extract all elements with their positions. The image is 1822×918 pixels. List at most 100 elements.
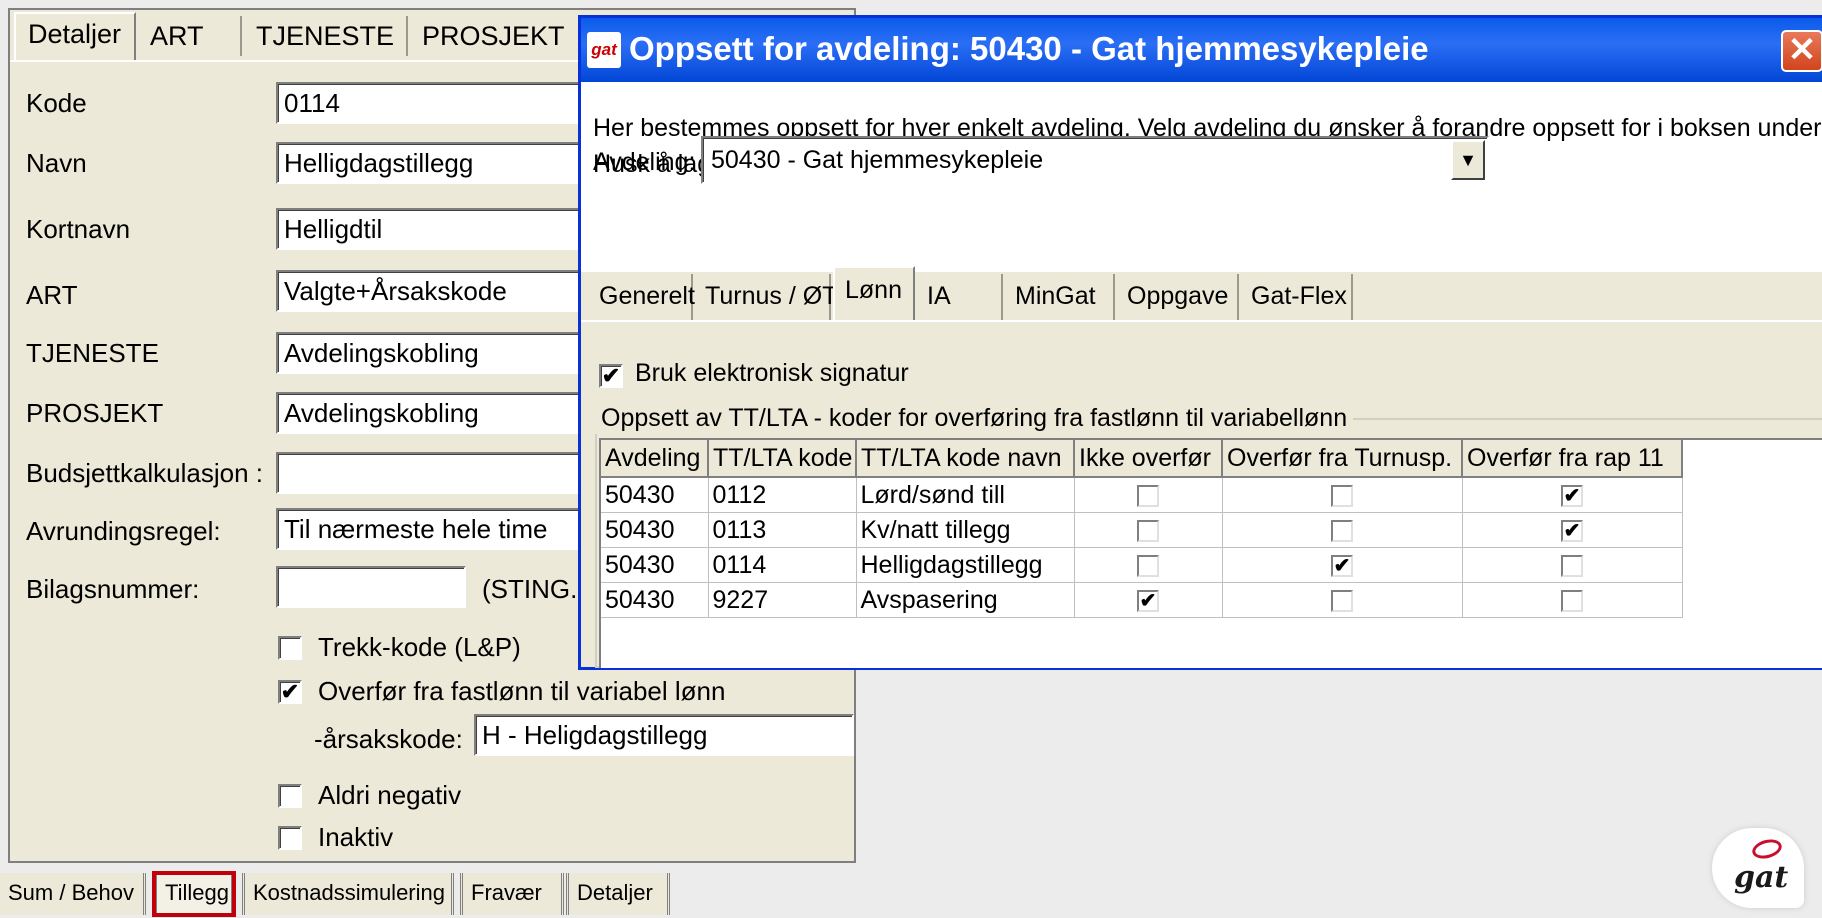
gat-logo-mark [1750, 836, 1784, 862]
cell-overfor-rap11-cell [1462, 547, 1683, 583]
tab-detaljer[interactable]: Detaljer [14, 12, 136, 60]
col-kode-navn-header[interactable]: TT/LTA kode navn [856, 440, 1075, 478]
dialog-tab-divider [581, 320, 1822, 322]
overfor-fastlonn-label: Overfør fra fastlønn til variabel lønn [318, 676, 726, 706]
cell-kode: 9227 [708, 582, 857, 618]
dialog-titlebar[interactable]: gat Oppsett for avdeling: 50430 - Gat hj… [581, 18, 1822, 82]
tab-art[interactable]: ART [138, 16, 242, 56]
elektronisk-signatur-checkbox[interactable]: ✔ [599, 364, 623, 388]
avrundingsregel-label: Avrundingsregel: [26, 516, 221, 546]
tt-lta-grid[interactable]: Avdeling TT/LTA kode TT/LTA kode navn Ik… [599, 438, 1822, 668]
cell-overfor-turnusp-cell: ✔ [1222, 547, 1463, 583]
dialog-title: Oppsett for avdeling: 50430 - Gat hjemme… [629, 30, 1429, 67]
cell-kode: 0114 [708, 547, 857, 583]
cell-ikke-overfor-checkbox[interactable]: ✔ [1137, 589, 1159, 612]
col-overfor-turnusp-header[interactable]: Overfør fra Turnusp. [1222, 440, 1463, 478]
tab-ia[interactable]: IA [917, 274, 1003, 320]
check-icon: ✔ [1563, 519, 1581, 542]
gat-logo-text: gat [1734, 860, 1789, 895]
cell-avdeling: 50430 [601, 582, 709, 618]
cell-overfor-rap11-checkbox[interactable]: ✔ [1561, 484, 1583, 507]
cell-kode: 0113 [708, 512, 857, 548]
cell-ikke-overfor-checkbox[interactable] [1137, 484, 1159, 507]
check-icon: ✔ [1563, 484, 1581, 507]
prosjekt-label: PROSJEKT [26, 398, 164, 428]
col-avdeling-header[interactable]: Avdeling [601, 440, 709, 478]
inaktiv-checkbox[interactable] [278, 826, 302, 850]
bottom-tab-fravaer[interactable]: Fravær [460, 873, 564, 915]
cell-kode: 0112 [708, 477, 857, 513]
cell-ikke-overfor-checkbox[interactable] [1137, 519, 1159, 542]
bottom-tab-sum-behov[interactable]: Sum / Behov [0, 873, 146, 915]
check-icon: ✔ [280, 679, 300, 704]
check-icon: ✔ [601, 363, 621, 388]
cell-overfor-turnusp-checkbox[interactable] [1331, 484, 1353, 507]
tab-prosjekt[interactable]: PROSJEKT [410, 16, 580, 56]
tab-oppgave[interactable]: Oppgave [1117, 274, 1239, 320]
tab-lonn[interactable]: Lønn [833, 266, 915, 322]
col-ikke-overfor-header[interactable]: Ikke overfør [1074, 440, 1223, 478]
art-label: ART [26, 280, 78, 310]
avdeling-dropdown-value: 50430 - Gat hjemmesykepleie [711, 146, 1044, 174]
cell-overfor-rap11-checkbox[interactable]: ✔ [1561, 519, 1583, 542]
cell-ikke-overfor-cell [1074, 547, 1223, 583]
table-row[interactable]: 50430 9227 Avspasering ✔ [601, 582, 1683, 618]
bottom-tab-tillegg[interactable]: Tillegg [152, 871, 236, 917]
tjeneste-label: TJENESTE [26, 338, 159, 368]
chevron-down-icon[interactable]: ▼ [1451, 140, 1485, 180]
cell-ikke-overfor-cell: ✔ [1074, 582, 1223, 618]
cell-overfor-turnusp-cell [1222, 582, 1463, 618]
gat-app-icon: gat [587, 32, 621, 68]
navn-label: Navn [26, 148, 87, 178]
tab-gat-flex[interactable]: Gat-Flex [1241, 274, 1353, 320]
arsakskode-label: -årsakskode: [314, 724, 463, 754]
col-overfor-rap11-header[interactable]: Overfør fra rap 11 [1462, 440, 1683, 478]
inaktiv-label: Inaktiv [318, 822, 394, 852]
cell-overfor-rap11-cell: ✔ [1462, 512, 1683, 548]
cell-overfor-turnusp-cell [1222, 512, 1463, 548]
cell-overfor-rap11-checkbox[interactable] [1561, 589, 1583, 612]
arsakskode-field[interactable]: H - Heligdagstillegg [474, 714, 854, 756]
close-button[interactable]: ✕ [1781, 30, 1822, 72]
cell-ikke-overfor-cell [1074, 512, 1223, 548]
bottom-tab-detaljer[interactable]: Detaljer [566, 873, 670, 915]
aldri-negativ-checkbox[interactable] [278, 784, 302, 808]
cell-kode-navn: Avspasering [856, 582, 1075, 618]
tab-generelt[interactable]: Generelt [589, 274, 695, 320]
table-row[interactable]: 50430 0114 Helligdagstillegg ✔ [601, 547, 1683, 583]
table-row[interactable]: 50430 0112 Lørd/sønd till ✔ [601, 477, 1683, 513]
kode-label: Kode [26, 88, 87, 118]
groupbox-title: Oppsett av TT/LTA - koder for overføring… [595, 402, 1354, 434]
cell-avdeling: 50430 [601, 512, 709, 548]
cell-overfor-rap11-cell [1462, 582, 1683, 618]
check-icon: ✔ [1333, 554, 1351, 577]
bilagsnummer-field[interactable] [276, 566, 466, 608]
avdeling-dropdown[interactable]: 50430 - Gat hjemmesykepleie ▼ [701, 136, 1489, 184]
bottom-tab-kostnadssimulering[interactable]: Kostnadssimulering [242, 873, 454, 915]
trekk-kode-checkbox[interactable] [278, 636, 302, 660]
cell-overfor-turnusp-checkbox[interactable]: ✔ [1331, 554, 1353, 577]
cell-overfor-turnusp-checkbox[interactable] [1331, 519, 1353, 542]
avdeling-oppsett-dialog: gat Oppsett for avdeling: 50430 - Gat hj… [578, 15, 1822, 670]
cell-overfor-turnusp-checkbox[interactable] [1331, 589, 1353, 612]
overfor-fastlonn-checkbox[interactable]: ✔ [278, 680, 302, 704]
elektronisk-signatur-label: Bruk elektronisk signatur [635, 359, 909, 387]
table-row[interactable]: 50430 0113 Kv/natt tillegg ✔ [601, 512, 1683, 548]
cell-avdeling: 50430 [601, 547, 709, 583]
tab-mingat[interactable]: MinGat [1005, 274, 1115, 320]
cell-overfor-turnusp-cell [1222, 477, 1463, 513]
tab-turnus-ot[interactable]: Turnus / ØT [695, 274, 837, 320]
tab-tjeneste[interactable]: TJENESTE [244, 16, 408, 56]
cell-kode-navn: Kv/natt tillegg [856, 512, 1075, 548]
grid-header-row: Avdeling TT/LTA kode TT/LTA kode navn Ik… [601, 440, 1683, 478]
cell-overfor-rap11-checkbox[interactable] [1561, 554, 1583, 577]
col-kode-header[interactable]: TT/LTA kode [708, 440, 857, 478]
bilag-suffix-text: (STING. [482, 574, 578, 604]
cell-avdeling: 50430 [601, 477, 709, 513]
cell-overfor-rap11-cell: ✔ [1462, 477, 1683, 513]
trekk-kode-label: Trekk-kode (L&P) [318, 632, 521, 662]
cell-ikke-overfor-checkbox[interactable] [1137, 554, 1159, 577]
kortnavn-label: Kortnavn [26, 214, 131, 244]
gat-logo: gat [1712, 828, 1804, 908]
bilagsnummer-label: Bilagsnummer: [26, 574, 200, 604]
